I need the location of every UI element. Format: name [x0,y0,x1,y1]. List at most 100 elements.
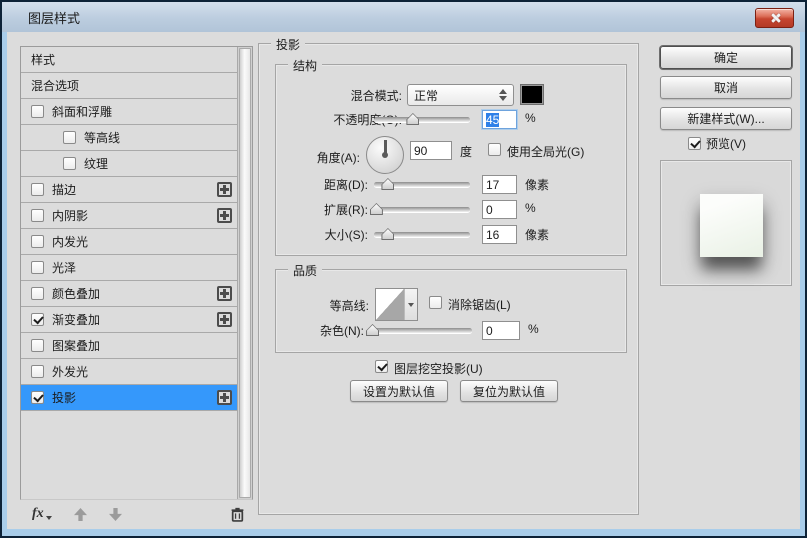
sidebar-item-stroke[interactable]: 描边 [21,177,237,203]
sidebar-scrollbar[interactable] [237,47,252,499]
shadow-color-swatch[interactable] [520,84,544,105]
checkbox[interactable] [31,391,44,404]
blend-mode-value: 正常 [414,88,439,103]
angle-input[interactable]: 90 [410,141,452,160]
sidebar-item-label: 图案叠加 [52,339,101,353]
style-preview-panel [660,160,792,286]
size-unit: 像素 [525,228,550,242]
distance-slider[interactable] [374,177,470,191]
checkbox[interactable] [31,209,44,222]
trash-icon [231,507,244,522]
slider-thumb[interactable] [369,203,383,215]
add-effect-icon[interactable] [217,286,232,301]
sidebar-item-color-overlay[interactable]: 颜色叠加 [21,281,237,307]
layer-style-dialog: 图层样式 样式 混合选项 斜面和浮雕 等高线 纹理 描边 内阴影 内发光 光泽 … [0,0,807,538]
checkbox[interactable] [31,235,44,248]
sidebar-item-inner-shadow[interactable]: 内阴影 [21,203,237,229]
sidebar-item-outer-glow[interactable]: 外发光 [21,359,237,385]
sidebar-item-inner-glow[interactable]: 内发光 [21,229,237,255]
ok-button[interactable]: 确定 [660,46,792,69]
make-default-button[interactable]: 设置为默认值 [350,380,448,402]
noise-input[interactable]: 0 [482,321,520,340]
add-effect-icon[interactable] [217,182,232,197]
dialog-title: 图层样式 [28,10,81,26]
chevron-down-icon[interactable] [405,289,417,320]
dialog-body: 样式 混合选项 斜面和浮雕 等高线 纹理 描边 内阴影 内发光 光泽 颜色叠加 … [7,32,800,529]
spread-slider[interactable] [369,202,470,216]
blend-mode-select[interactable]: 正常 [407,84,514,106]
move-effect-down-button[interactable] [108,507,122,521]
sidebar-item-label: 内发光 [52,235,89,249]
spread-input[interactable]: 0 [482,200,517,219]
angle-unit: 度 [460,145,473,159]
opacity-input[interactable]: 45 [482,110,517,129]
checkbox[interactable] [63,131,76,144]
sidebar-item-pattern-overlay[interactable]: 图案叠加 [21,333,237,359]
checkbox[interactable] [31,183,44,196]
blend-mode-label: 混合模式: [350,89,402,103]
add-effect-icon[interactable] [217,390,232,405]
style-preview-thumbnail [700,194,763,257]
global-light-checkbox[interactable] [488,143,501,156]
scrollbar-thumb[interactable] [239,48,251,498]
slider-thumb[interactable] [381,178,395,190]
noise-slider[interactable] [366,323,472,337]
effects-toolbar: fx [20,502,253,526]
distance-value: 17 [486,177,500,192]
sidebar-item-contour[interactable]: 等高线 [21,125,237,151]
noise-label: 杂色(N): [320,324,364,338]
slider-track[interactable] [374,207,470,212]
slider-thumb[interactable] [406,113,420,125]
effects-list-panel: 样式 混合选项 斜面和浮雕 等高线 纹理 描边 内阴影 内发光 光泽 颜色叠加 … [20,46,253,500]
reset-default-button[interactable]: 复位为默认值 [460,380,558,402]
distance-input[interactable]: 17 [482,175,517,194]
antialias-label: 消除锯齿(L) [448,298,511,312]
titlebar[interactable]: 图层样式 [2,2,805,32]
angle-dial[interactable] [366,136,404,174]
contour-picker[interactable] [375,288,418,321]
slider-track[interactable] [370,328,472,333]
slider-thumb[interactable] [381,228,395,240]
size-slider[interactable] [374,227,470,241]
delete-effect-button[interactable] [230,507,245,522]
checkbox[interactable] [31,365,44,378]
spread-unit: % [525,201,536,215]
checkbox[interactable] [31,313,44,326]
checkbox[interactable] [31,105,44,118]
slider-track[interactable] [374,117,470,122]
sidebar-item-label: 等高线 [84,131,121,145]
checkbox[interactable] [31,287,44,300]
noise-value: 0 [486,323,493,338]
add-effect-icon[interactable] [217,312,232,327]
antialias-checkbox[interactable] [429,296,442,309]
angle-label: 角度(A): [316,151,360,165]
sidebar-item-label: 斜面和浮雕 [52,105,113,119]
checkbox[interactable] [31,261,44,274]
close-button[interactable] [755,8,794,28]
fx-menu-button[interactable]: fx [32,506,44,522]
sidebar-item-blending-options[interactable]: 混合选项 [21,73,237,99]
sidebar-item-styles[interactable]: 样式 [21,47,237,73]
size-input[interactable]: 16 [482,225,517,244]
preview-toggle[interactable]: 预览(V) [688,135,746,152]
add-effect-icon[interactable] [217,208,232,223]
sidebar-item-satin[interactable]: 光泽 [21,255,237,281]
close-icon [769,13,780,24]
opacity-slider[interactable] [374,112,470,126]
sidebar-item-bevel-emboss[interactable]: 斜面和浮雕 [21,99,237,125]
sidebar-item-label: 混合选项 [31,79,80,93]
checkbox[interactable] [63,157,76,170]
effects-list: 样式 混合选项 斜面和浮雕 等高线 纹理 描边 内阴影 内发光 光泽 颜色叠加 … [21,47,237,411]
sidebar-item-drop-shadow[interactable]: 投影 [21,385,237,411]
preview-checkbox[interactable] [688,137,701,150]
cancel-button[interactable]: 取消 [660,76,792,99]
up-down-spinner-icon [493,89,507,101]
sidebar-item-gradient-overlay[interactable]: 渐变叠加 [21,307,237,333]
sidebar-item-label: 投影 [52,391,77,405]
checkbox[interactable] [31,339,44,352]
new-style-button[interactable]: 新建样式(W)... [660,107,792,130]
move-effect-up-button[interactable] [73,507,87,521]
slider-thumb[interactable] [366,324,380,336]
sidebar-item-texture[interactable]: 纹理 [21,151,237,177]
knockout-checkbox[interactable] [375,360,388,373]
